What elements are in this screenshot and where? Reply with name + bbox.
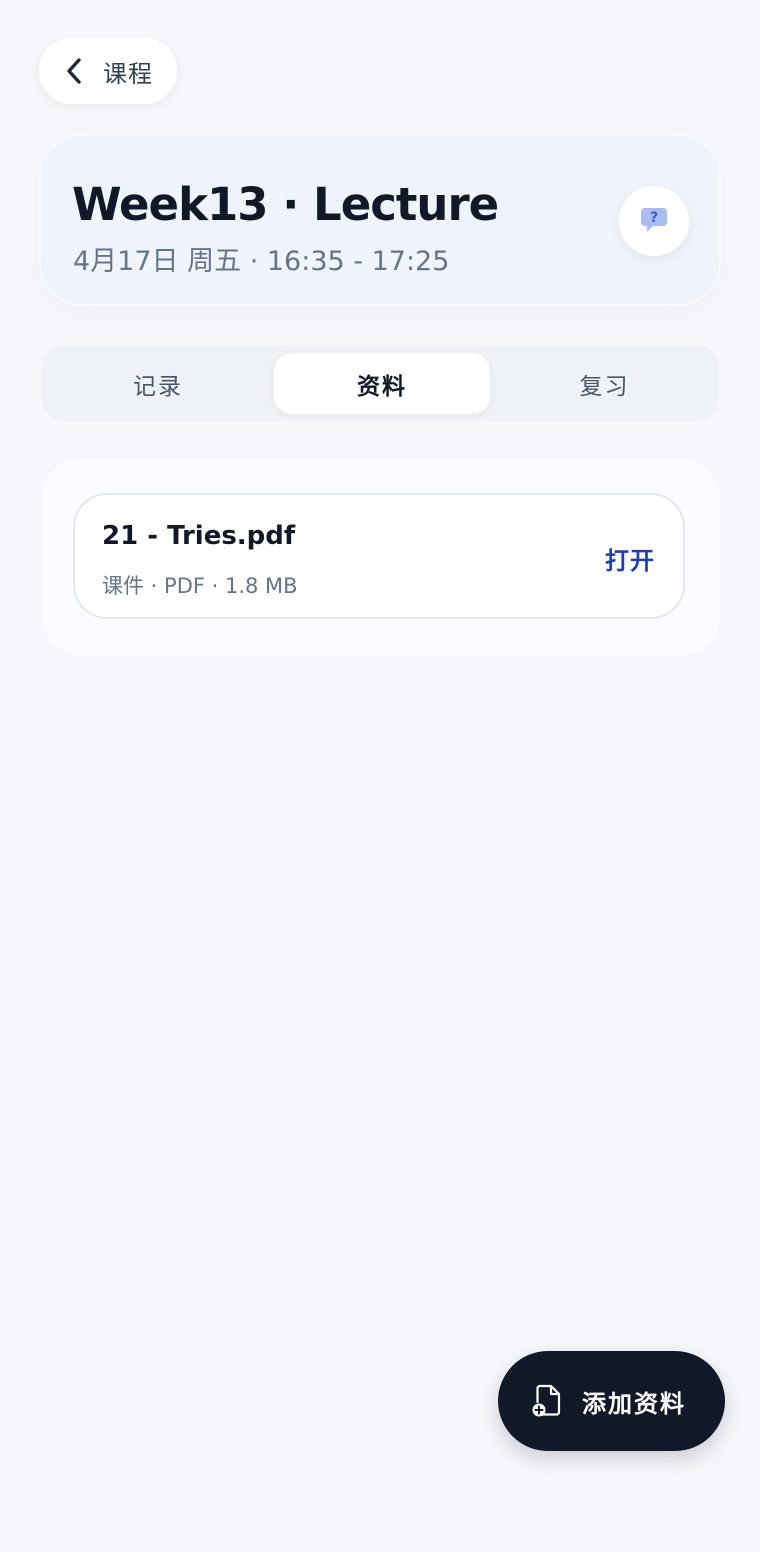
- back-button[interactable]: 课程: [39, 38, 177, 104]
- file-name: 21 - Tries.pdf: [102, 521, 296, 551]
- chevron-left-icon: [65, 57, 83, 85]
- back-button-label: 课程: [103, 59, 153, 88]
- help-button[interactable]: ?: [619, 186, 689, 256]
- lecture-time: 4月17日 周五 · 16:35 - 17:25: [73, 246, 450, 277]
- list-item[interactable]: 21 - Tries.pdf 课件 · PDF · 1.8 MB 打开: [73, 493, 685, 619]
- materials-list: 21 - Tries.pdf 课件 · PDF · 1.8 MB 打开: [41, 458, 720, 656]
- tab-records[interactable]: 记录: [50, 353, 266, 414]
- segment-tabs: 记录 资料 复习: [42, 345, 719, 421]
- lecture-header: Week13 · Lecture 4月17日 周五 · 16:35 - 17:2…: [41, 136, 719, 304]
- add-material-label: 添加资料: [582, 1389, 686, 1418]
- file-plus-icon: [532, 1384, 564, 1418]
- add-material-button[interactable]: 添加资料: [498, 1351, 725, 1451]
- tab-materials[interactable]: 资料: [274, 353, 490, 414]
- file-meta: 课件 · PDF · 1.8 MB: [102, 574, 298, 598]
- question-chat-icon: ?: [639, 204, 669, 238]
- tab-review[interactable]: 复习: [498, 353, 711, 414]
- svg-text:?: ?: [650, 210, 658, 226]
- page-title: Week13 · Lecture: [72, 178, 499, 231]
- open-file-button[interactable]: 打开: [605, 541, 655, 576]
